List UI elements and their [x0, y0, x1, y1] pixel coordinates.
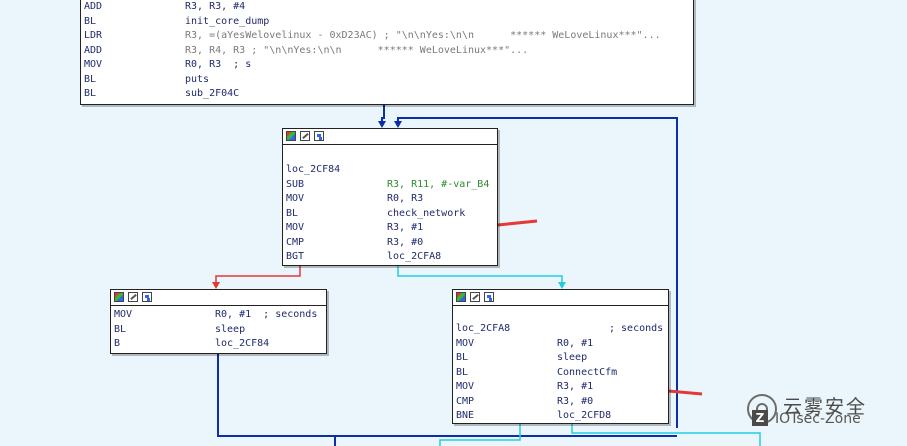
block-label[interactable]: loc_2CFA8; seconds — [453, 322, 668, 337]
asm-line: BL sleep — [456, 352, 588, 363]
asm-line: MOV R0, #1 — [456, 337, 594, 349]
asm-line: MOV R3, #1 — [286, 222, 424, 233]
asm-line: LDR R3, =(aYesWelovelinux - 0xD23AC) ; "\… — [84, 30, 661, 41]
asm-line: MOV R0, #1 ; seconds — [114, 309, 318, 320]
edge-cfa8-true — [571, 423, 761, 446]
block-edit-icon[interactable] — [470, 292, 480, 302]
code-block-sleep[interactable]: MOV R0, #1 ; seconds BL sleep Bloc_2CF84 — [110, 289, 327, 354]
asm-line: ADD R3, R4, R3 ; "\n\nYes:\n\n ****** WeL… — [84, 44, 529, 56]
asm-line: BL sub_2F04C — [84, 88, 240, 99]
asm-line: BL ConnectCfm — [456, 366, 618, 378]
asm-line: BL puts — [84, 73, 210, 85]
watermark: 云雾安全 Z IOTsec-Zone — [747, 388, 897, 438]
asm-line: BL init_core_dump — [84, 15, 270, 27]
asm-line: MOV R0, R3 — [286, 193, 424, 204]
asm-line: CMP R3, #0 — [286, 236, 424, 248]
asm-line: Bloc_2CF84 — [114, 338, 270, 349]
watermark-badge: Z — [752, 410, 768, 426]
asm-line: BGT loc_2CFA8 — [286, 251, 442, 262]
block-header — [283, 129, 497, 145]
edge-false — [215, 265, 301, 287]
block-edit-icon[interactable] — [128, 292, 138, 302]
ida-graph-view[interactable]: ADD R3, R3, #4 BL init_core_dump LDR R3, =(… — [0, 0, 907, 446]
watermark-subtitle: IOTsec-Zone — [775, 411, 861, 427]
asm-line: BL check_network — [286, 207, 466, 219]
block-label[interactable]: loc_2CF84 — [283, 163, 497, 178]
block-colors-icon[interactable] — [456, 292, 466, 302]
block-colors-icon[interactable] — [286, 131, 296, 141]
asm-line: SUB R3, R11, #-var_B4 — [286, 178, 490, 190]
block-colors-icon[interactable] — [114, 292, 124, 302]
edge-true — [397, 265, 563, 287]
block-header — [111, 290, 326, 306]
asm-line: BL sleep — [114, 323, 246, 335]
edge-cfa8-false — [439, 423, 521, 446]
asm-line: CMP R3, #0 — [456, 395, 594, 407]
block-edit-icon[interactable] — [300, 131, 310, 141]
code-block-loc-2cf84[interactable]: loc_2CF84 SUB R3, R11, #-var_B4 MOV R0, R3… — [282, 128, 498, 266]
block-graph-icon[interactable] — [314, 131, 324, 141]
block-graph-icon[interactable] — [142, 292, 152, 302]
block-graph-icon[interactable] — [484, 292, 494, 302]
asm-line: MOV R0, R3 ; s — [84, 59, 252, 70]
block-header — [453, 290, 668, 306]
edge-sleep-jump — [217, 352, 336, 446]
code-block-loc-2cfa8[interactable]: loc_2CFA8; seconds MOV R0, #1 BL sleep BL C… — [452, 289, 669, 424]
asm-line: BNE loc_2CFD8 — [456, 410, 612, 421]
asm-line: ADD R3, R3, #4 — [84, 1, 246, 12]
asm-line: MOV R3, #1 — [456, 381, 594, 392]
code-block-top[interactable]: ADD R3, R3, #4 BL init_core_dump LDR R3, =(… — [80, 0, 694, 105]
